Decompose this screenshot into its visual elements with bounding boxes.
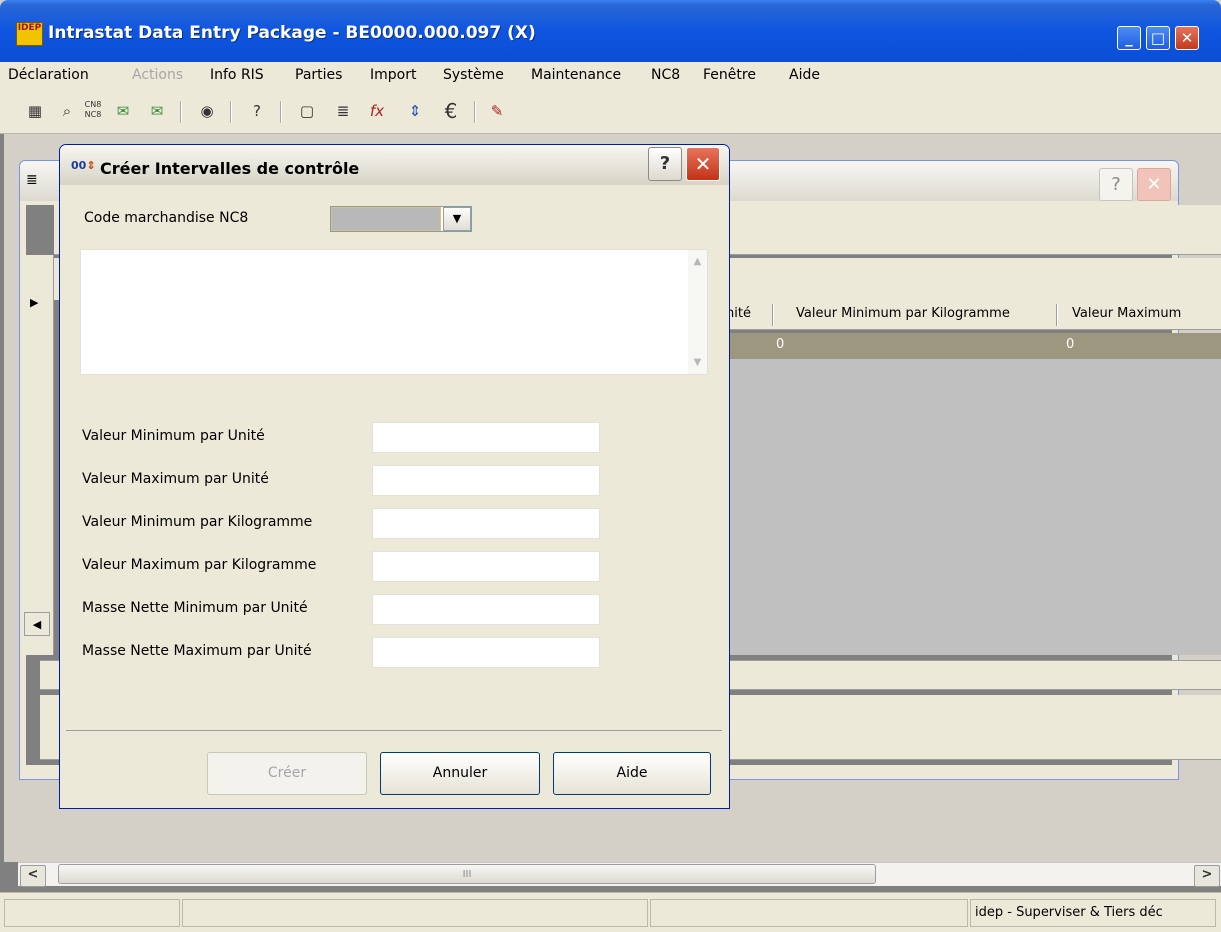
idep-logo-icon: IDEP: [16, 22, 43, 46]
description-textarea[interactable]: [80, 249, 708, 375]
row-selector-icon: ▶: [30, 296, 39, 309]
camera-icon[interactable]: ◉: [196, 100, 218, 122]
cn8-nc8-icon[interactable]: CN8 NC8: [82, 100, 104, 122]
dialog-title: Créer Intervalles de contrôle: [100, 159, 360, 178]
menu-declaration[interactable]: Déclaration: [8, 67, 89, 83]
status-panel: [4, 899, 180, 927]
status-panel: [182, 899, 648, 927]
euro-icon[interactable]: €: [440, 100, 462, 122]
min-unit-label: Valeur Minimum par Unité: [82, 428, 265, 444]
column-header-min-kg[interactable]: Valeur Minimum par Kilogramme: [796, 306, 1010, 321]
column-separator: [772, 304, 774, 326]
column-header-max[interactable]: Valeur Maximum: [1072, 306, 1181, 321]
function-icon[interactable]: fx: [366, 100, 388, 122]
menu-parties[interactable]: Parties: [295, 67, 342, 83]
max-net-mass-label: Masse Nette Maximum par Unité: [82, 643, 312, 659]
row-indicator-column: [22, 255, 54, 655]
binoculars-icon[interactable]: ⌕: [56, 100, 78, 122]
scroll-down-icon[interactable]: ▼: [688, 353, 707, 372]
close-button[interactable]: ✕: [1175, 26, 1199, 50]
new-document-icon[interactable]: ▢: [296, 100, 318, 122]
dialog-close-button[interactable]: ✕: [686, 147, 720, 181]
chevron-down-icon[interactable]: ▼: [443, 207, 471, 231]
menu-info-ris[interactable]: Info RIS: [210, 67, 264, 83]
dialog-help-button[interactable]: ?: [648, 147, 682, 181]
scroll-up-icon[interactable]: ▲: [688, 252, 707, 271]
status-panel: [650, 899, 968, 927]
grid-body: [720, 359, 1221, 655]
menu-bar: Déclaration Actions Info RIS Parties Imp…: [0, 62, 1221, 90]
toolbar-separator: [280, 101, 282, 123]
max-kg-input[interactable]: [372, 551, 600, 582]
max-kg-label: Valeur Maximum par Kilogramme: [82, 557, 317, 573]
column-separator: [1056, 304, 1058, 326]
min-kg-input[interactable]: [372, 508, 600, 539]
min-kg-label: Valeur Minimum par Kilogramme: [82, 514, 313, 530]
min-unit-input[interactable]: [372, 422, 600, 453]
nc8-label: Code marchandise NC8: [84, 210, 249, 226]
max-unit-label: Valeur Maximum par Unité: [82, 471, 269, 487]
max-unit-input[interactable]: [372, 465, 600, 496]
menu-nc8[interactable]: NC8: [651, 67, 680, 83]
tools-icon[interactable]: ✎: [486, 100, 508, 122]
interval-icon: 00⇕: [71, 159, 96, 172]
background-help-button[interactable]: ?: [1099, 168, 1133, 201]
toolbar-separator: [230, 101, 232, 123]
table-row[interactable]: 0 0: [720, 333, 1221, 359]
window-icon: ≣: [26, 172, 38, 188]
help-button[interactable]: Aide: [553, 752, 711, 795]
envelope-out-icon[interactable]: ✉: [146, 100, 168, 122]
maximize-button[interactable]: □: [1146, 26, 1170, 50]
scroll-left-icon[interactable]: ◀: [24, 612, 50, 636]
layers-icon[interactable]: ≣: [332, 100, 354, 122]
grid-icon[interactable]: ▦: [24, 100, 46, 122]
menu-fenetre[interactable]: Fenêtre: [703, 67, 756, 83]
textarea-scrollbar[interactable]: ▲ ▼: [688, 250, 707, 374]
help-icon[interactable]: ?: [246, 100, 268, 122]
scroll-left-button[interactable]: <: [20, 865, 46, 887]
scrollbar-thumb[interactable]: III: [58, 864, 876, 884]
scroll-right-button[interactable]: >: [1194, 865, 1220, 887]
interval-icon[interactable]: ⇕: [404, 100, 426, 122]
envelope-in-icon[interactable]: ✉: [112, 100, 134, 122]
max-net-mass-input[interactable]: [372, 637, 600, 668]
table-cell: 0: [776, 337, 785, 352]
status-bar: idep - Superviser & Tiers déc: [0, 892, 1221, 932]
toolbar: ▦ ⌕ CN8 NC8 ✉ ✉ ◉ ? ▢ ≣ fx ⇕ € ✎: [0, 90, 1221, 134]
grid-header: nité Valeur Minimum par Kilogramme Valeu…: [720, 300, 1221, 330]
nc8-combobox-value[interactable]: [331, 207, 441, 231]
app-title: Intrastat Data Entry Package - BE0000.00…: [48, 23, 536, 43]
min-net-mass-label: Masse Nette Minimum par Unité: [82, 600, 308, 616]
menu-actions[interactable]: Actions: [132, 67, 183, 83]
table-cell: 0: [1066, 337, 1075, 352]
menu-maintenance[interactable]: Maintenance: [531, 67, 621, 83]
menu-systeme[interactable]: Système: [443, 67, 504, 83]
minimize-button[interactable]: _: [1117, 26, 1141, 50]
background-close-button[interactable]: ✕: [1137, 168, 1171, 201]
create-button[interactable]: Créer: [207, 752, 367, 795]
menu-import[interactable]: Import: [370, 67, 416, 83]
toolbar-separator: [474, 101, 476, 123]
toolbar-separator: [180, 101, 182, 123]
status-panel-user: idep - Superviser & Tiers déc: [970, 899, 1216, 927]
menu-aide[interactable]: Aide: [789, 67, 820, 83]
min-net-mass-input[interactable]: [372, 594, 600, 625]
cancel-button[interactable]: Annuler: [380, 752, 540, 795]
dialog-title-bar: 00⇕ Créer Intervalles de contrôle: [60, 145, 729, 185]
